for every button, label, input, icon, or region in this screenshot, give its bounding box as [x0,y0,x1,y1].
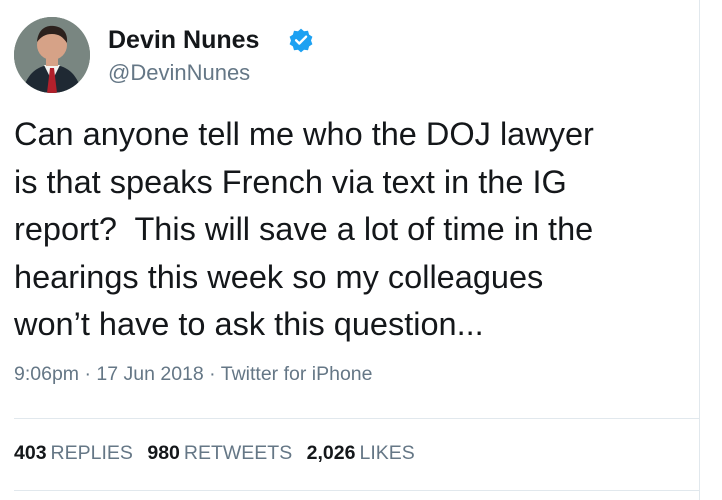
replies-stat[interactable]: 403 REPLIES [14,441,133,465]
bottom-divider [14,490,700,491]
author-name[interactable]: Devin Nunes [108,26,259,54]
tweet-text: Can anyone tell me who the DOJ lawyer is… [14,116,594,342]
tweet-meta: 9:06pm · 17 Jun 2018 · Twitter for iPhon… [14,362,372,386]
tweet-card: Devin Nunes @DevinNunes Can anyone tell … [0,0,700,500]
likes-label: LIKES [359,442,415,464]
tweet-stats: 403 REPLIES 980 RETWEETS 2,026 LIKES [14,441,424,465]
meta-separator: · [209,363,216,385]
likes-stat[interactable]: 2,026 LIKES [307,441,415,465]
avatar-photo [14,17,90,93]
replies-count: 403 [14,442,47,464]
tweet-time[interactable]: 9:06pm [14,363,79,385]
tweet-source[interactable]: Twitter for iPhone [221,363,373,385]
avatar[interactable] [14,17,90,93]
retweets-stat[interactable]: 980 RETWEETS [147,441,292,465]
verified-badge-icon [289,28,313,53]
retweets-label: RETWEETS [183,442,293,464]
author-handle[interactable]: @DevinNunes [108,60,250,86]
replies-label: REPLIES [50,442,133,464]
likes-count: 2,026 [306,442,356,464]
tweet-date[interactable]: 17 Jun 2018 [96,363,203,385]
meta-separator: · [84,363,91,385]
retweets-count: 980 [147,442,180,464]
stats-divider [14,418,700,419]
